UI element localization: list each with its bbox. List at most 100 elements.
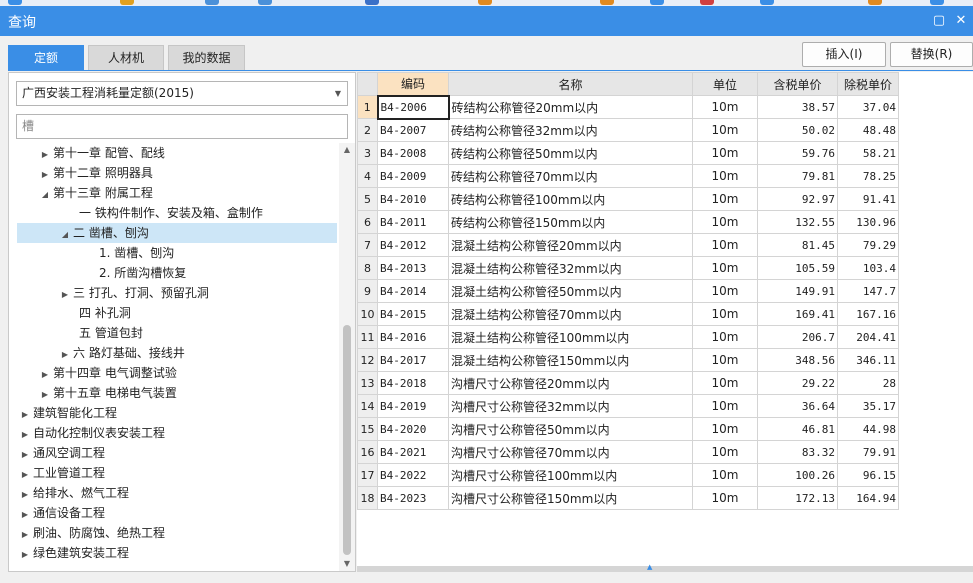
- column-header-name[interactable]: 名称: [448, 72, 693, 96]
- cell-unit[interactable]: 10m: [692, 486, 758, 510]
- expand-arrow-icon[interactable]: ▶: [17, 485, 33, 505]
- table-row[interactable]: 12 B4-2017 混凝土结构公称管径150mm以内 10m 348.56 346.11: [357, 348, 899, 372]
- table-row[interactable]: 13 B4-2018 沟槽尺寸公称管径20mm以内 10m 29.22 28: [357, 371, 899, 395]
- tree-node[interactable]: 五 管道包封: [63, 323, 143, 343]
- table-row[interactable]: 10 B4-2015 混凝土结构公称管径70mm以内 10m 169.41 167.16: [357, 302, 899, 326]
- cell-unit[interactable]: 10m: [692, 164, 758, 188]
- expand-arrow-icon[interactable]: ▶: [17, 505, 33, 525]
- cell-name[interactable]: 砖结构公称管径32mm以内: [448, 118, 693, 142]
- cell-price-with-tax[interactable]: 83.32: [757, 440, 838, 464]
- tree-node[interactable]: 四 补孔洞: [63, 303, 131, 323]
- scroll-down-icon[interactable]: ▼: [339, 557, 355, 571]
- cell-price-with-tax[interactable]: 105.59: [757, 256, 838, 280]
- cell-unit[interactable]: 10m: [692, 95, 758, 119]
- table-row[interactable]: 17 B4-2022 沟槽尺寸公称管径100mm以内 10m 100.26 96.15: [357, 463, 899, 487]
- cell-unit[interactable]: 10m: [692, 118, 758, 142]
- cell-price-without-tax[interactable]: 37.04: [837, 95, 899, 119]
- cell-name[interactable]: 砖结构公称管径100mm以内: [448, 187, 693, 211]
- cell-price-with-tax[interactable]: 29.22: [757, 371, 838, 395]
- tree-node[interactable]: ▶ 自动化控制仪表安装工程: [17, 423, 165, 443]
- tree-node[interactable]: ▶ 六 路灯基础、接线井: [57, 343, 185, 363]
- expand-arrow-icon[interactable]: ▶: [37, 145, 53, 165]
- cell-name[interactable]: 沟槽尺寸公称管径100mm以内: [448, 463, 693, 487]
- insert-button[interactable]: 插入(I): [802, 42, 886, 67]
- expand-arrow-icon[interactable]: ▶: [37, 365, 53, 385]
- cell-unit[interactable]: 10m: [692, 463, 758, 487]
- cell-name[interactable]: 砖结构公称管径150mm以内: [448, 210, 693, 234]
- table-row[interactable]: 7 B4-2012 混凝土结构公称管径20mm以内 10m 81.45 79.29: [357, 233, 899, 257]
- tree-node[interactable]: ▶ 第十五章 电梯电气装置: [37, 383, 177, 403]
- table-row[interactable]: 1 B4-2006 砖结构公称管径20mm以内 10m 38.57 37.04: [357, 94, 899, 120]
- cell-name[interactable]: 混凝土结构公称管径150mm以内: [448, 348, 693, 372]
- table-row[interactable]: 2 B4-2007 砖结构公称管径32mm以内 10m 50.02 48.48: [357, 118, 899, 142]
- table-row[interactable]: 8 B4-2013 混凝土结构公称管径32mm以内 10m 105.59 103.4: [357, 256, 899, 280]
- cell-name[interactable]: 砖结构公称管径20mm以内: [448, 95, 693, 119]
- expand-arrow-icon[interactable]: ▶: [37, 385, 53, 405]
- tree-node[interactable]: ◢ 第十三章 附属工程: [37, 183, 153, 203]
- cell-name[interactable]: 沟槽尺寸公称管径20mm以内: [448, 371, 693, 395]
- cell-code[interactable]: B4-2020: [377, 417, 449, 441]
- cell-price-without-tax[interactable]: 35.17: [837, 394, 899, 418]
- row-number[interactable]: 15: [357, 417, 378, 441]
- column-header-price-with-tax[interactable]: 含税单价: [757, 72, 838, 96]
- expand-arrow-icon[interactable]: ▶: [17, 465, 33, 485]
- cell-code[interactable]: B4-2008: [377, 141, 449, 165]
- cell-name[interactable]: 混凝土结构公称管径70mm以内: [448, 302, 693, 326]
- cell-code[interactable]: B4-2022: [377, 463, 449, 487]
- cell-price-with-tax[interactable]: 206.7: [757, 325, 838, 349]
- cell-code[interactable]: B4-2018: [377, 371, 449, 395]
- tree-node[interactable]: ▶ 通信设备工程: [17, 503, 105, 523]
- cell-unit[interactable]: 10m: [692, 187, 758, 211]
- tree-node[interactable]: ▶ 通风空调工程: [17, 443, 105, 463]
- cell-code[interactable]: B4-2007: [377, 118, 449, 142]
- column-header-unit[interactable]: 单位: [692, 72, 758, 96]
- cell-price-with-tax[interactable]: 50.02: [757, 118, 838, 142]
- table-row[interactable]: 18 B4-2023 沟槽尺寸公称管径150mm以内 10m 172.13 164.94: [357, 486, 899, 510]
- cell-price-without-tax[interactable]: 130.96: [837, 210, 899, 234]
- row-number[interactable]: 14: [357, 394, 378, 418]
- cell-unit[interactable]: 10m: [692, 325, 758, 349]
- row-number[interactable]: 7: [357, 233, 378, 257]
- cell-name[interactable]: 混凝土结构公称管径100mm以内: [448, 325, 693, 349]
- table-row[interactable]: 9 B4-2014 混凝土结构公称管径50mm以内 10m 149.91 147.7: [357, 279, 899, 303]
- row-number[interactable]: 6: [357, 210, 378, 234]
- cell-price-without-tax[interactable]: 103.4: [837, 256, 899, 280]
- table-row[interactable]: 11 B4-2016 混凝土结构公称管径100mm以内 10m 206.7 204.41: [357, 325, 899, 349]
- cell-code[interactable]: B4-2019: [377, 394, 449, 418]
- row-number[interactable]: 5: [357, 187, 378, 211]
- cell-price-with-tax[interactable]: 59.76: [757, 141, 838, 165]
- scroll-up-icon[interactable]: ▲: [647, 563, 652, 571]
- scrollbar-thumb[interactable]: [343, 325, 351, 555]
- cell-code[interactable]: B4-2013: [377, 256, 449, 280]
- tree-node[interactable]: ▶ 刷油、防腐蚀、绝热工程: [17, 523, 165, 543]
- expand-arrow-icon[interactable]: ▶: [57, 345, 73, 365]
- row-number[interactable]: 16: [357, 440, 378, 464]
- cell-price-without-tax[interactable]: 346.11: [837, 348, 899, 372]
- cell-unit[interactable]: 10m: [692, 348, 758, 372]
- row-number[interactable]: 18: [357, 486, 378, 510]
- cell-name[interactable]: 混凝土结构公称管径20mm以内: [448, 233, 693, 257]
- tree-scrollbar[interactable]: ▲ ▼: [339, 143, 355, 571]
- search-input[interactable]: 槽: [16, 114, 348, 139]
- cell-unit[interactable]: 10m: [692, 279, 758, 303]
- cell-code[interactable]: B4-2023: [377, 486, 449, 510]
- row-number[interactable]: 9: [357, 279, 378, 303]
- tree-node[interactable]: ▶ 绿色建筑安装工程: [17, 543, 129, 563]
- cell-code[interactable]: B4-2016: [377, 325, 449, 349]
- column-header-code[interactable]: 编码: [377, 72, 449, 96]
- expand-arrow-icon[interactable]: ▶: [17, 405, 33, 425]
- cell-code[interactable]: B4-2010: [377, 187, 449, 211]
- cell-unit[interactable]: 10m: [692, 141, 758, 165]
- collapse-arrow-icon[interactable]: ◢: [57, 225, 73, 245]
- table-row[interactable]: 6 B4-2011 砖结构公称管径150mm以内 10m 132.55 130.96: [357, 210, 899, 234]
- row-number[interactable]: 2: [357, 118, 378, 142]
- cell-price-with-tax[interactable]: 132.55: [757, 210, 838, 234]
- horizontal-scrollbar[interactable]: ▲: [357, 563, 973, 572]
- cell-name[interactable]: 沟槽尺寸公称管径50mm以内: [448, 417, 693, 441]
- cell-price-without-tax[interactable]: 28: [837, 371, 899, 395]
- expand-arrow-icon[interactable]: ▶: [17, 525, 33, 545]
- quota-library-select[interactable]: 广西安装工程消耗量定额(2015) ▼: [16, 81, 348, 106]
- tree-node[interactable]: ▶ 建筑智能化工程: [17, 403, 117, 423]
- table-row[interactable]: 16 B4-2021 沟槽尺寸公称管径70mm以内 10m 83.32 79.91: [357, 440, 899, 464]
- table-row[interactable]: 5 B4-2010 砖结构公称管径100mm以内 10m 92.97 91.41: [357, 187, 899, 211]
